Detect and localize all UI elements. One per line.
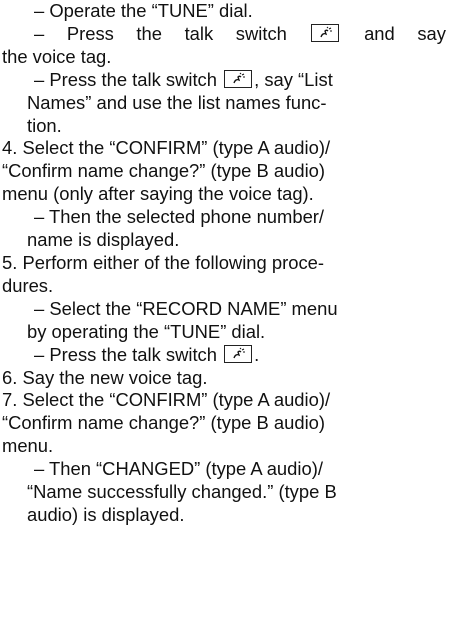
- text: 4. Select the “CONFIRM” (type A audio)/: [2, 137, 331, 159]
- continuation: tion.: [2, 115, 446, 138]
- text: tion.: [27, 114, 62, 136]
- text: menu.: [2, 435, 54, 457]
- text: 5. Perform either of the following proce…: [2, 251, 324, 273]
- text: Operate the “TUNE” dial.: [49, 0, 253, 21]
- step-3-option-tune: – Operate the “TUNE” dial.: [2, 0, 446, 23]
- dash: –: [34, 0, 45, 21]
- step-5: 5. Perform either of the following proce…: [2, 252, 446, 275]
- continuation: by operating the “TUNE” dial.: [2, 321, 446, 344]
- continuation: the voice tag.: [2, 46, 446, 69]
- step-4: 4. Select the “CONFIRM” (type A audio)/: [2, 137, 446, 160]
- continuation: menu.: [2, 435, 446, 458]
- continuation: audio) is displayed.: [2, 504, 446, 527]
- talk-switch-icon: [224, 344, 253, 363]
- text: .: [254, 343, 260, 365]
- text: 6. Say the new voice tag.: [2, 366, 208, 388]
- step-3-option-list-names: – Press the talk switch , say “List: [2, 69, 446, 92]
- text: Then “CHANGED” (type A audio)/: [49, 458, 323, 480]
- text: , say “List: [254, 68, 333, 90]
- dash: –: [34, 343, 45, 365]
- text: the voice tag.: [2, 45, 112, 67]
- step-6: 6. Say the new voice tag.: [2, 367, 446, 390]
- continuation: menu (only after saying the voice tag).: [2, 183, 446, 206]
- step-7: 7. Select the “CONFIRM” (type A audio)/: [2, 389, 446, 412]
- text: Press the talk switch: [66, 22, 287, 44]
- continuation: name is displayed.: [2, 229, 446, 252]
- text: Names” and use the list names func-: [27, 91, 327, 113]
- continuation: dures.: [2, 275, 446, 298]
- text: name is displayed.: [27, 229, 180, 251]
- continuation: “Name successfully changed.” (type B: [2, 481, 446, 504]
- continuation: Names” and use the list names func-: [2, 92, 446, 115]
- text: audio) is displayed.: [27, 503, 185, 525]
- text: and say: [364, 22, 446, 44]
- dash: –: [34, 22, 45, 44]
- step-7-result: – Then “CHANGED” (type A audio)/: [2, 458, 446, 481]
- text: by operating the “TUNE” dial.: [27, 320, 266, 342]
- text: “Confirm name change?” (type B audio): [2, 412, 326, 434]
- text: Press the talk switch: [49, 343, 217, 365]
- dash: –: [34, 68, 45, 90]
- step-3-option-voice-tag: – Press the talk switch and say: [2, 23, 446, 46]
- step-4-result: – Then the selected phone number/: [2, 206, 446, 229]
- text: menu (only after saying the voice tag).: [2, 183, 314, 205]
- step-5-option-talk-switch: – Press the talk switch .: [2, 344, 446, 367]
- text: “Confirm name change?” (type B audio): [2, 160, 326, 182]
- talk-switch-icon: [224, 69, 253, 88]
- dash: –: [34, 458, 45, 480]
- dash: –: [34, 297, 45, 319]
- talk-switch-icon: [311, 24, 340, 43]
- text: Then the selected phone number/: [49, 206, 325, 228]
- text: dures.: [2, 274, 54, 296]
- text: Select the “RECORD NAME” menu: [49, 297, 338, 319]
- text: Press the talk switch: [49, 68, 217, 90]
- continuation: “Confirm name change?” (type B audio): [2, 160, 446, 183]
- dash: –: [34, 206, 45, 228]
- text: 7. Select the “CONFIRM” (type A audio)/: [2, 389, 331, 411]
- text: “Name successfully changed.” (type B: [27, 481, 337, 503]
- manual-page: – Operate the “TUNE” dial. – Press the t…: [0, 0, 452, 635]
- continuation: “Confirm name change?” (type B audio): [2, 412, 446, 435]
- step-5-option-record: – Select the “RECORD NAME” menu: [2, 298, 446, 321]
